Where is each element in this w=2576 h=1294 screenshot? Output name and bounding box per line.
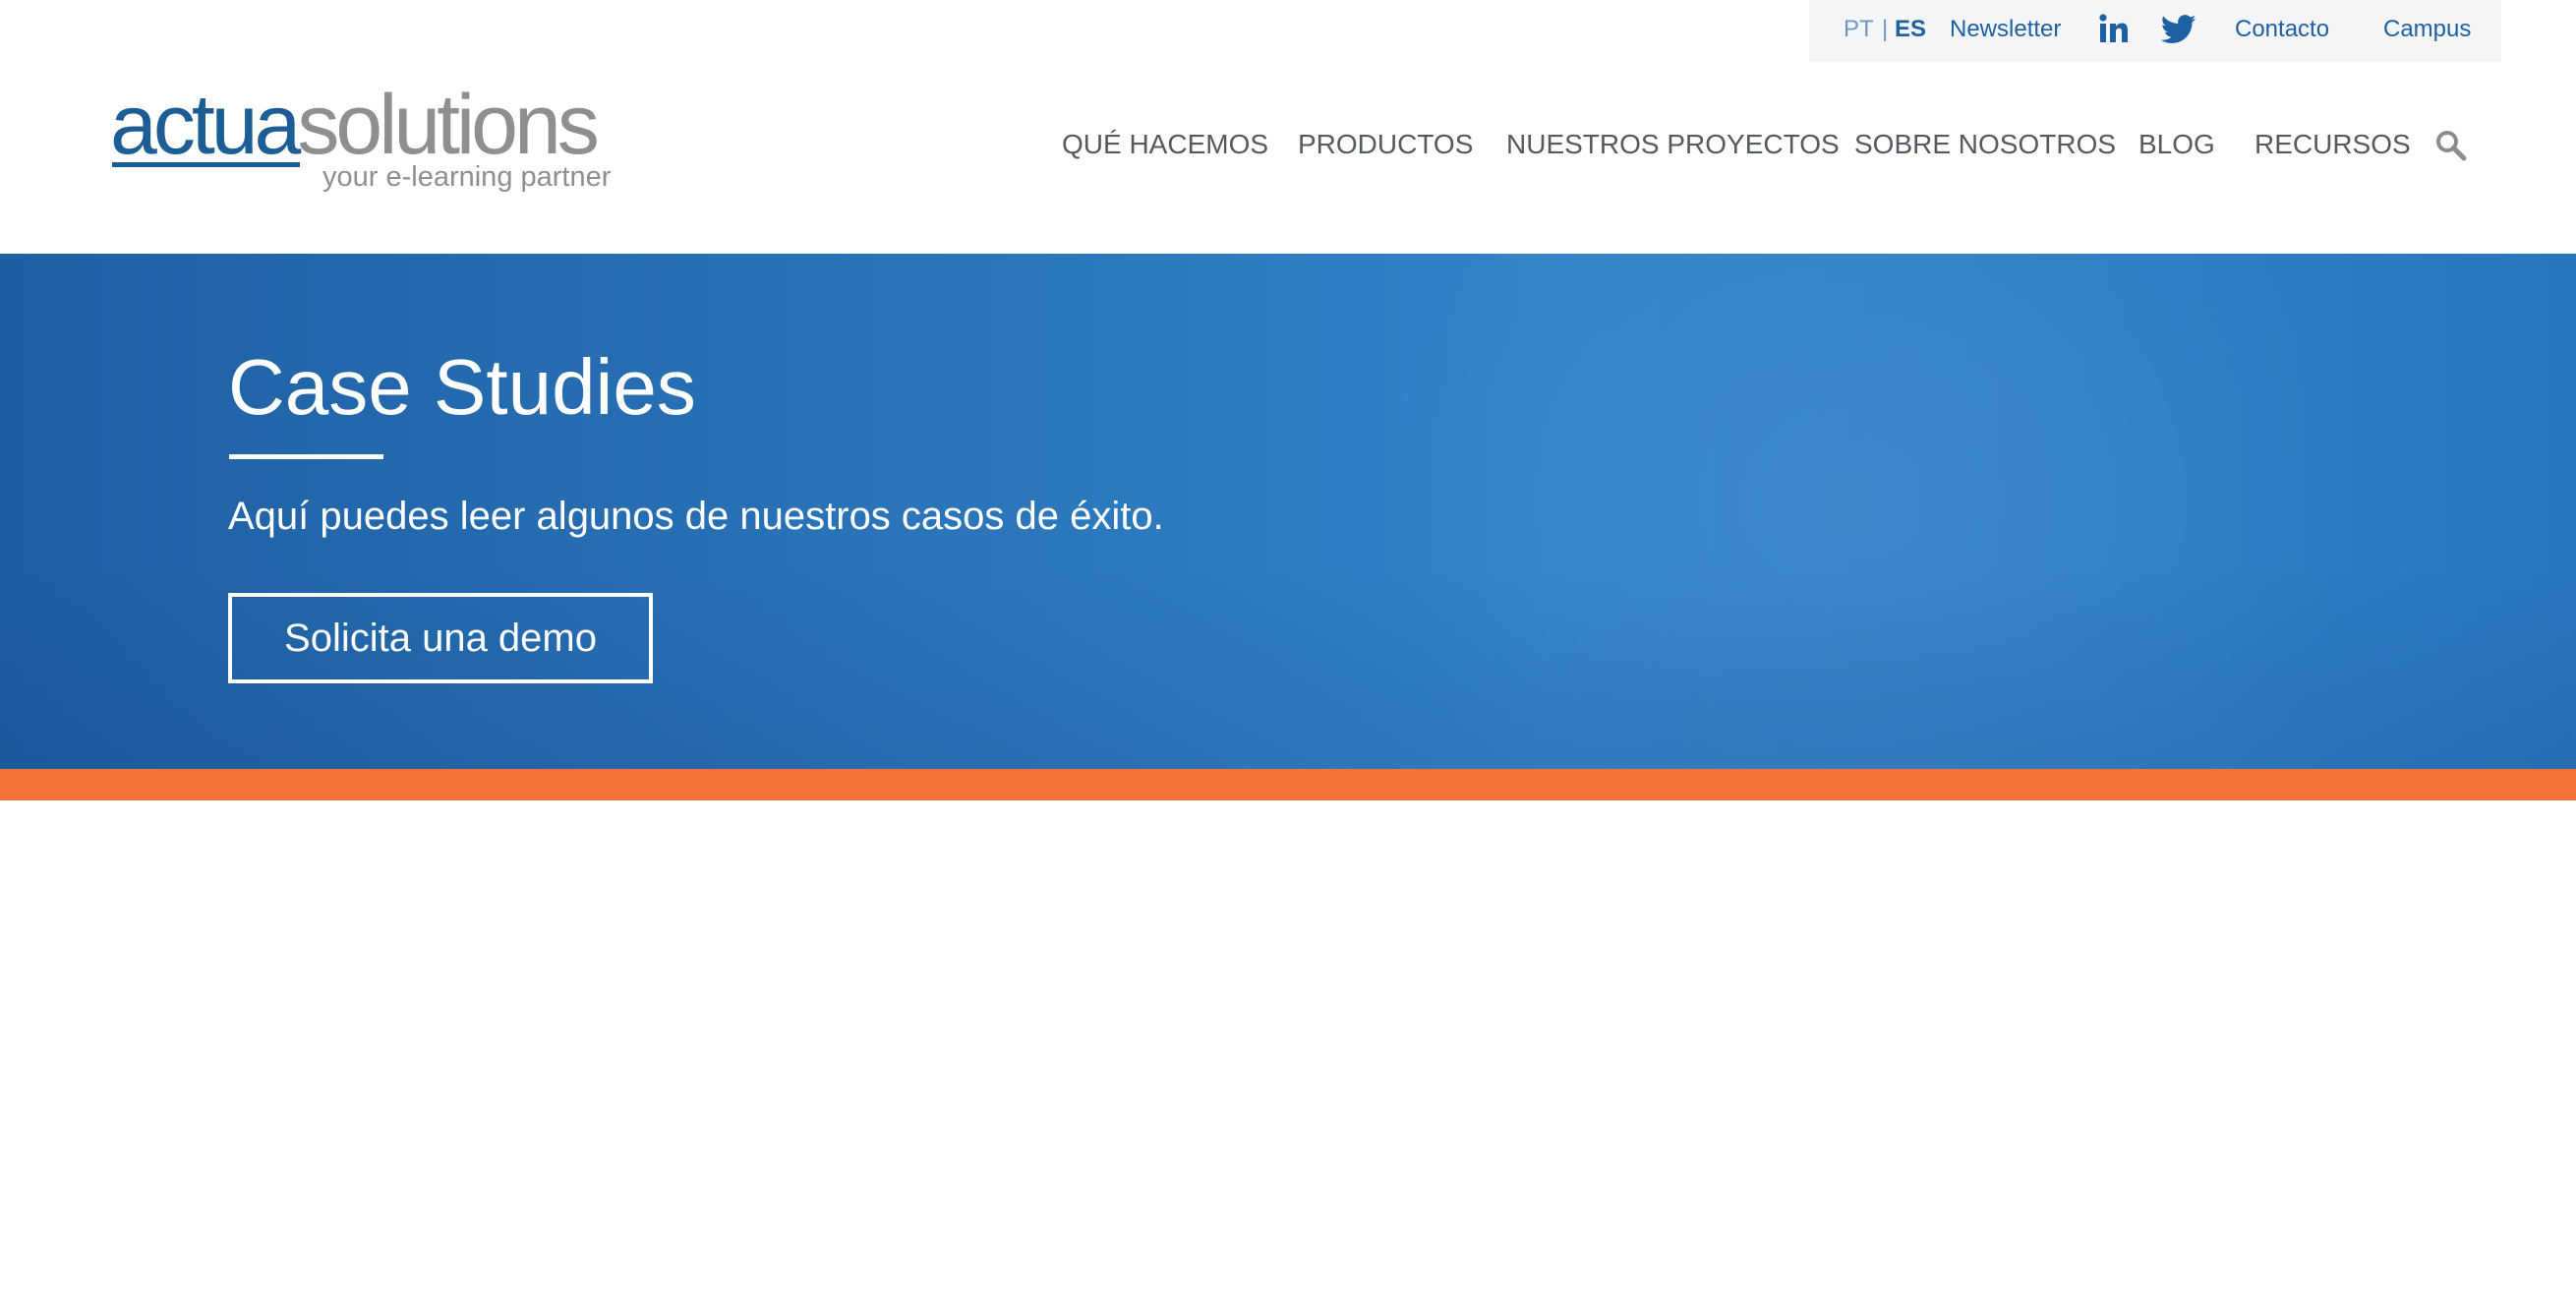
- contact-link[interactable]: Contacto: [2235, 16, 2329, 43]
- nav-item-sobre-nosotros[interactable]: SOBRE NOSOTROS: [1854, 128, 2116, 161]
- nav-item-productos[interactable]: PRODUCTOS: [1298, 128, 1473, 161]
- newsletter-link[interactable]: Newsletter: [1950, 16, 2061, 43]
- accent-stripe: [0, 769, 2576, 800]
- logo-underline: [112, 162, 300, 167]
- language-pt-link[interactable]: PT: [1844, 16, 1874, 43]
- site-logo[interactable]: actuasolutions your e-learning partner: [110, 78, 611, 199]
- language-separator: |: [1882, 16, 1889, 42]
- campus-link[interactable]: Campus: [2383, 16, 2471, 43]
- hero-banner: Case Studies Aquí puedes leer algunos de…: [0, 254, 2576, 769]
- logo-wordmark: actuasolutions: [110, 78, 600, 172]
- search-icon[interactable]: [2434, 129, 2468, 162]
- nav-item-recursos[interactable]: RECURSOS: [2254, 128, 2411, 161]
- request-demo-button[interactable]: Solicita una demo: [228, 593, 653, 683]
- nav-item-blog[interactable]: BLOG: [2138, 128, 2215, 161]
- logo-tagline: your e-learning partner: [322, 161, 612, 193]
- language-es-link[interactable]: ES: [1895, 16, 1926, 43]
- nav-item-nuestros-proyectos[interactable]: NUESTROS PROYECTOS: [1506, 128, 1840, 161]
- logo-word-solutions: solutions: [297, 78, 599, 172]
- nav-item-que-hacemos[interactable]: QUÉ HACEMOS: [1062, 128, 1268, 161]
- hero-subtitle: Aquí puedes leer algunos de nuestros cas…: [228, 495, 1164, 538]
- title-underline: [229, 454, 383, 459]
- page-title: Case Studies: [228, 343, 696, 431]
- logo-word-actua: actua: [110, 78, 301, 172]
- twitter-icon[interactable]: [2160, 14, 2196, 45]
- linkedin-icon[interactable]: [2099, 14, 2129, 43]
